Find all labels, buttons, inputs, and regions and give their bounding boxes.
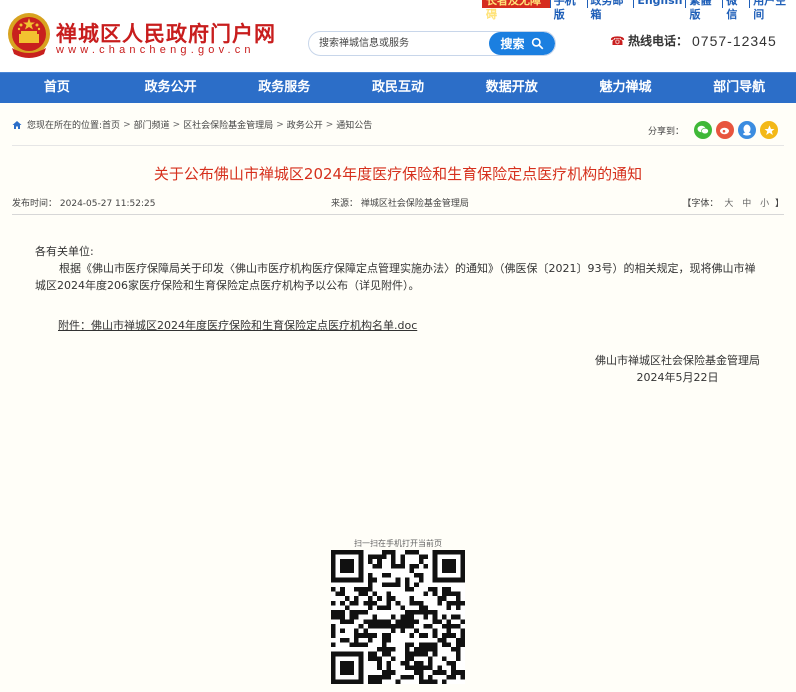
search-box: 搜索 <box>308 31 556 56</box>
mobile-link[interactable]: 手机版 <box>549 0 587 21</box>
font-size-switcher: 【字体： 大 中 小 】 <box>682 196 784 209</box>
national-emblem-icon[interactable] <box>6 10 52 60</box>
hotline: ☎ 热线电话： 0757-12345 <box>610 32 777 49</box>
hotline-label: 热线电话： <box>628 34 689 48</box>
english-link[interactable]: English <box>633 0 685 8</box>
wechat-link[interactable]: 微信 <box>722 0 749 21</box>
article-paragraph: 根据《佛山市医疗保障局关于印发〈佛山市医疗机构医疗保障定点管理实施办法〉的通知》… <box>35 262 756 292</box>
search-icon <box>531 37 543 50</box>
site-domain: www.chancheng.gov.cn <box>56 44 255 56</box>
hotline-number: 0757-12345 <box>692 32 777 49</box>
divider <box>12 145 784 146</box>
article-title: 关于公布佛山市禅城区2024年度医疗保险和生育保险定点医疗机构的通知 <box>153 165 643 183</box>
breadcrumb-separator: > <box>276 119 284 130</box>
search-button[interactable]: 搜索 <box>489 32 555 55</box>
breadcrumb-separator: > <box>172 119 181 130</box>
article-signature: 佛山市禅城区社会保险基金管理局 2024年5月22日 <box>595 352 760 386</box>
meta-divider <box>12 214 784 215</box>
breadcrumb-prefix: 您现在所在的位置: <box>27 121 103 131</box>
nav-gov-affairs[interactable]: 政务公开 <box>114 73 228 103</box>
breadcrumb-separator: > <box>123 119 131 130</box>
font-medium-button[interactable]: 中 <box>742 199 751 209</box>
breadcrumb-dept-channel[interactable]: 部门频道 <box>134 118 170 131</box>
source-label: 来源： <box>331 199 359 209</box>
font-large-button[interactable]: 大 <box>724 199 733 209</box>
nav-charm[interactable]: 魅力禅城 <box>569 73 683 103</box>
main-nav: 首页 政务公开 政务服务 政民互动 数据开放 魅力禅城 部门导航 <box>0 72 796 103</box>
qq-icon[interactable] <box>738 121 757 139</box>
search-button-label: 搜索 <box>500 37 525 51</box>
qr-code-icon <box>331 550 465 684</box>
share-label: 分享到： <box>648 126 685 137</box>
breadcrumb-home[interactable]: 首页 <box>102 118 120 131</box>
signature-date: 2024年5月22日 <box>636 371 719 384</box>
source-value: 禅城区社会保险基金管理局 <box>360 199 469 209</box>
breadcrumb-gov-affairs[interactable]: 政务公开 <box>287 118 323 131</box>
phone-icon: ☎ <box>610 33 625 48</box>
traditional-link[interactable]: 繁體版 <box>685 0 722 21</box>
publish-time: 发布时间： 2024-05-27 11:52:25 <box>12 196 155 209</box>
qr-label: 扫一扫在手机打开当前页 <box>354 539 442 548</box>
home-icon <box>12 120 22 129</box>
article-body: 各有关单位: 根据《佛山市医疗保障局关于印发〈佛山市医疗机构医疗保障定点管理实施… <box>35 243 765 294</box>
font-close: 】 <box>774 199 784 209</box>
breadcrumb-separator: > <box>325 119 334 130</box>
signature-org: 佛山市禅城区社会保险基金管理局 <box>595 354 760 367</box>
nav-gov-services[interactable]: 政务服务 <box>227 73 341 103</box>
nav-interaction[interactable]: 政民互动 <box>341 73 455 103</box>
share-bar: 分享到： <box>648 121 779 139</box>
publish-value: 2024-05-27 11:52:25 <box>59 199 156 209</box>
breadcrumb-social-insurance[interactable]: 区社会保险基金管理局 <box>183 118 273 131</box>
nav-home[interactable]: 首页 <box>0 73 114 103</box>
article-source: 来源： 禅城区社会保险基金管理局 <box>331 196 469 209</box>
article-greeting: 各有关单位: <box>35 245 94 258</box>
search-input[interactable] <box>319 32 489 55</box>
nav-open-data[interactable]: 数据开放 <box>455 73 569 103</box>
weibo-icon[interactable] <box>716 121 735 139</box>
breadcrumb: 您现在所在的位置: 首页 > 部门频道 > 区社会保险基金管理局 > 政务公开 … <box>12 118 372 131</box>
nav-departments[interactable]: 部门导航 <box>682 73 796 103</box>
breadcrumb-notices[interactable]: 通知公告 <box>336 118 372 131</box>
email-link[interactable]: 政务邮箱 <box>586 0 634 21</box>
qzone-icon[interactable] <box>760 121 779 139</box>
publish-label: 发布时间： <box>12 199 58 209</box>
top-links: 长者及无障碍 手机版 政务邮箱 English 繁體版 微信 用户空间 <box>482 0 796 21</box>
site-header: 禅城区人民政府门户网 www.chancheng.gov.cn 长者及无障碍 手… <box>0 0 796 72</box>
attachment-link[interactable]: 附件：佛山市禅城区2024年度医疗保险和生育保险定点医疗机构名单.doc <box>58 317 417 333</box>
wechat-icon[interactable] <box>694 121 713 139</box>
user-space-link[interactable]: 用户空间 <box>749 0 796 21</box>
accessibility-link[interactable]: 长者及无障碍 <box>482 0 550 21</box>
font-small-button[interactable]: 小 <box>760 199 769 209</box>
font-label: 【字体： <box>682 199 719 209</box>
